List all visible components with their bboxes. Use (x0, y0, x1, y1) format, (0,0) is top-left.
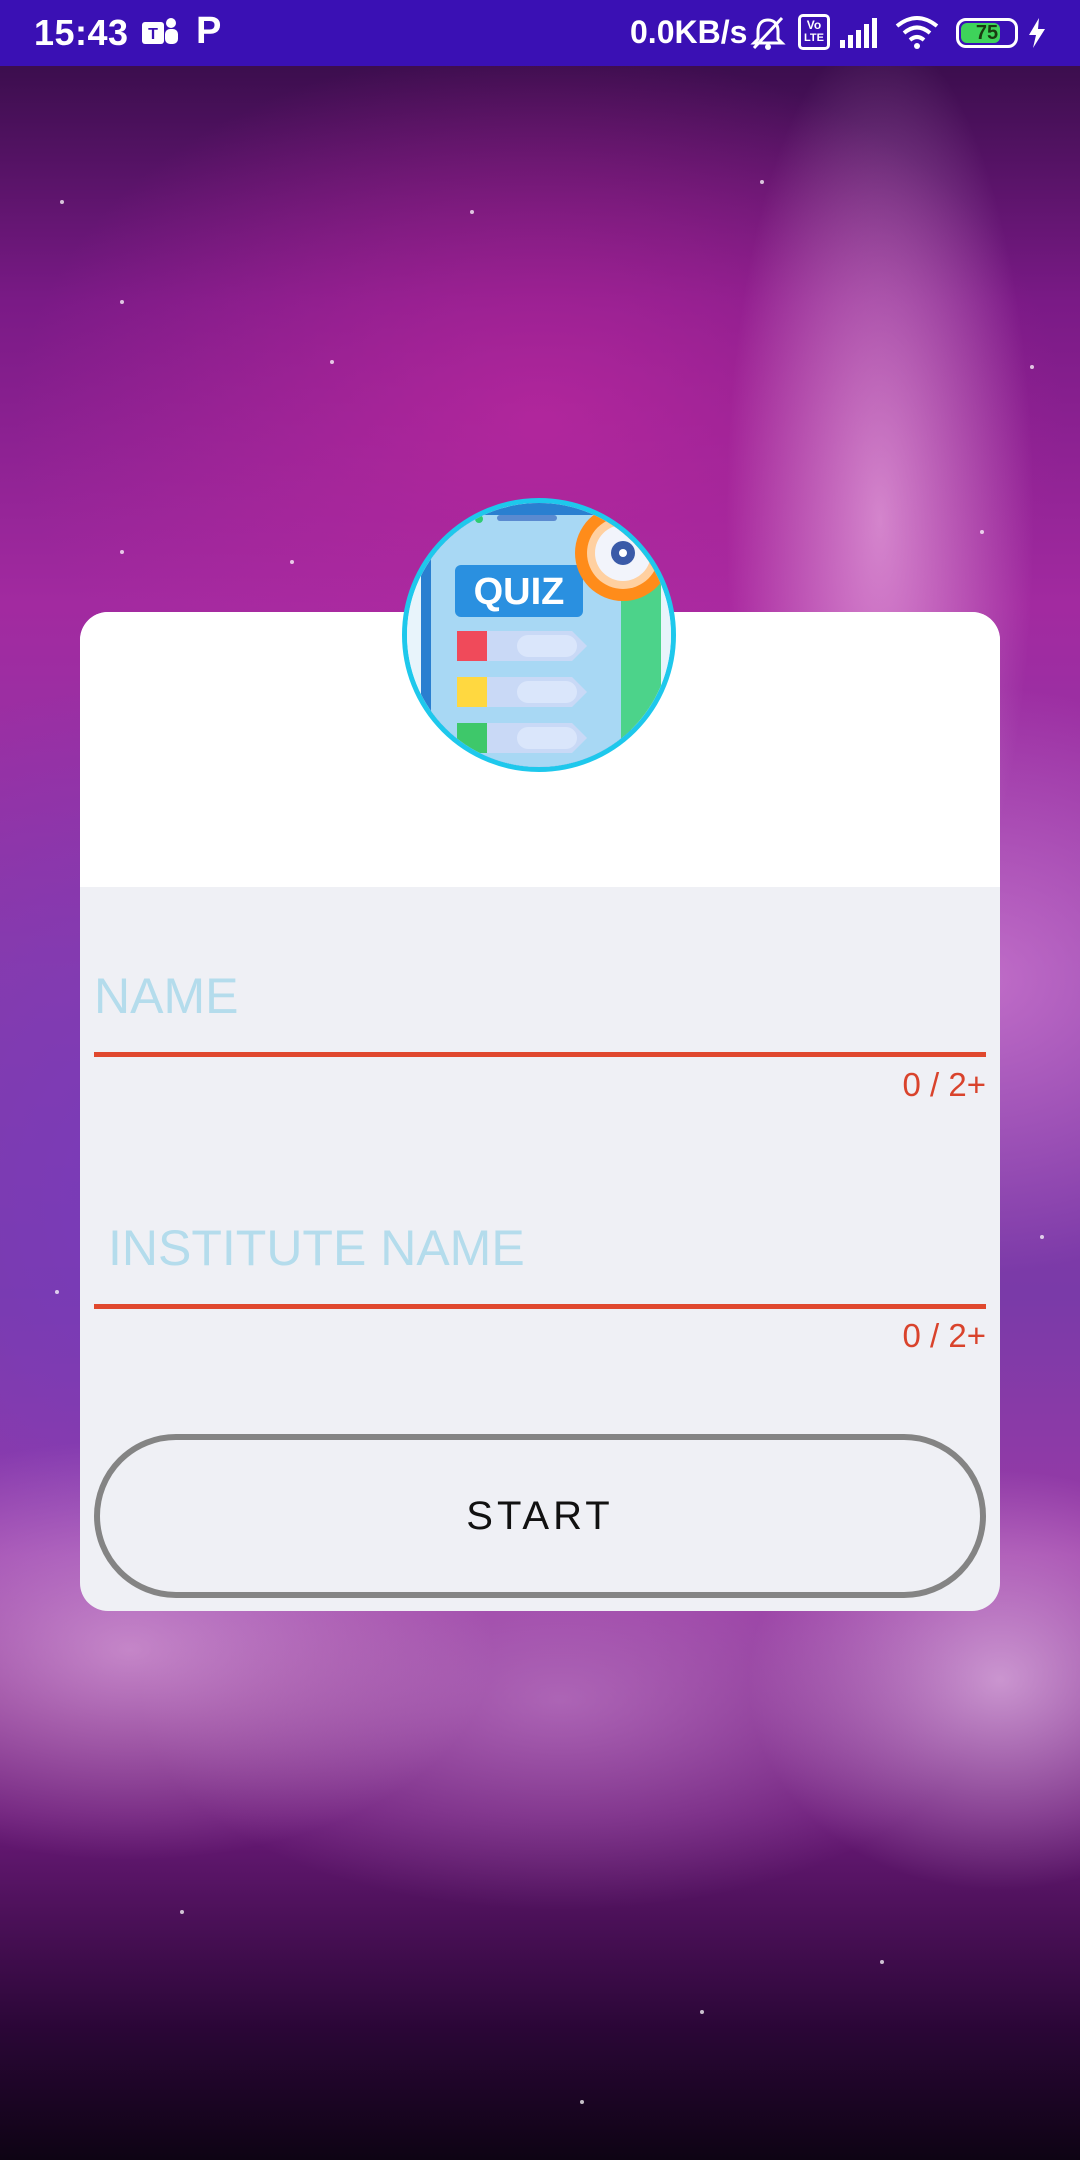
volte-label-bottom: LTE (804, 32, 824, 44)
institute-name-input[interactable] (94, 1208, 986, 1288)
star (330, 360, 334, 364)
quiz-logo-title: QUIZ (474, 571, 565, 613)
svg-text:T: T (148, 26, 158, 43)
star (880, 1960, 884, 1964)
name-char-counter: 0 / 2+ (902, 1066, 986, 1103)
notification-app-icon: P (196, 10, 222, 52)
mute-icon (750, 16, 786, 50)
signal-icon (840, 18, 877, 48)
volte-label-top: Vo (806, 18, 822, 32)
name-underline (94, 1052, 986, 1057)
volte-icon: Vo LTE (798, 14, 830, 50)
star (760, 180, 764, 184)
star (700, 2010, 704, 2014)
star (180, 1910, 184, 1914)
quiz-logo: QUIZ (402, 498, 676, 772)
battery-icon: 75 (956, 18, 1018, 48)
star (120, 550, 124, 554)
star (120, 300, 124, 304)
star (1030, 365, 1034, 369)
star (980, 530, 984, 534)
battery-level: 75 (975, 22, 999, 44)
star (580, 2100, 584, 2104)
institute-char-counter: 0 / 2+ (902, 1317, 986, 1354)
star (1040, 1235, 1044, 1239)
institute-underline (94, 1304, 986, 1309)
quiz-logo-icon: QUIZ (407, 503, 671, 767)
start-button[interactable]: START (94, 1434, 986, 1598)
star (290, 560, 294, 564)
wifi-icon (895, 16, 939, 49)
teams-icon: T (142, 18, 178, 44)
star (60, 200, 64, 204)
star (470, 210, 474, 214)
charging-icon (1029, 18, 1045, 48)
status-time: 15:43 (34, 12, 129, 53)
status-bar: 15:43 T P 0.0KB/s Vo LTE 75 (0, 0, 1080, 66)
star (55, 1290, 59, 1294)
network-speed: 0.0KB/s (630, 14, 748, 50)
name-input[interactable] (94, 956, 986, 1036)
